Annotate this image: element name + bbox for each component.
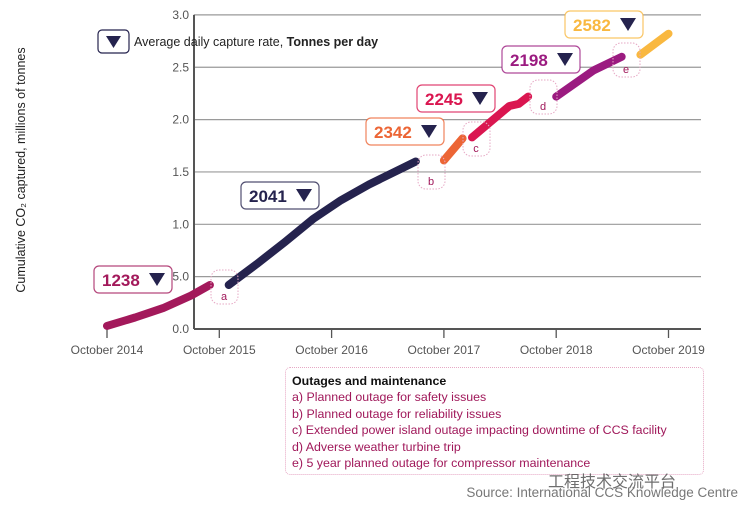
rate-value: 2582 <box>573 16 611 35</box>
outage-item-a: a) Planned outage for safety issues <box>292 390 487 405</box>
series-line-2041 <box>224 157 420 289</box>
outages-box: Outages and maintenance a) Planned outag… <box>285 367 704 475</box>
y-tick-label: 1.5 <box>172 165 189 179</box>
rate-value: 2198 <box>510 51 548 70</box>
rate-value: 2342 <box>374 123 412 142</box>
rate-annotation-2342: 2342 <box>365 117 445 146</box>
gap-label: d <box>540 101 546 113</box>
x-tick-label: October 2019 <box>632 343 705 357</box>
gap-label: b <box>428 176 434 188</box>
y-tick-label: 5.0 <box>172 270 189 284</box>
rate-annotation-1238: 1238 <box>93 265 173 294</box>
source-note: Source: International CCS Knowledge Cent… <box>466 485 738 500</box>
rate-annotation-2198: 2198 <box>501 45 581 74</box>
series-line-2342 <box>439 134 467 165</box>
rate-value: 2041 <box>249 187 287 206</box>
legend-unit: Tonnes per day <box>287 35 379 49</box>
gap-label: e <box>623 64 629 76</box>
series-line-2582 <box>636 29 673 59</box>
rate-annotation-2041: 2041 <box>240 181 320 210</box>
outage-item-b: b) Planned outage for reliability issues <box>292 406 502 421</box>
outage-item-d: d) Adverse weather turbine trip <box>292 439 461 454</box>
rate-value: 1238 <box>102 271 140 290</box>
x-tick-label: October 2015 <box>183 343 256 357</box>
y-tick-label: 0.0 <box>172 322 189 336</box>
gap-label: a <box>221 291 228 303</box>
series-lines <box>103 29 673 330</box>
y-tick-label: 2.5 <box>172 60 189 74</box>
gap-label: c <box>473 143 479 155</box>
outages-title: Outages and maintenance <box>292 374 447 388</box>
rate-annotation-2582: 2582 <box>564 10 644 39</box>
x-tick-label: October 2014 <box>71 343 144 357</box>
svg-text:Average daily capture rate, To: Average daily capture rate, Tonnes per d… <box>134 35 378 49</box>
x-tick-label: October 2017 <box>408 343 481 357</box>
gap-marker-a: a <box>210 269 239 305</box>
y-tick-label: 2.0 <box>172 113 189 127</box>
x-tick-label: October 2018 <box>520 343 593 357</box>
x-tick-label: October 2016 <box>295 343 368 357</box>
y-axis-ticks: 0.0 5.0 1.0 1.5 2.0 2.5 3.0 <box>172 8 189 336</box>
gridlines <box>193 14 701 330</box>
y-tick-label: 3.0 <box>172 8 189 22</box>
y-tick-label: 1.0 <box>172 217 189 231</box>
legend-text: Average daily capture rate, <box>134 35 287 49</box>
rate-value: 2245 <box>425 90 463 109</box>
outage-item-c: c) Extended power island outage impactin… <box>292 423 667 438</box>
legend: Average daily capture rate, Tonnes per d… <box>97 29 378 54</box>
x-axis-ticks: October 2014 October 2015 October 2016 Octo… <box>71 329 705 357</box>
y-axis-label: Cumulative CO₂ captured, millions of ton… <box>14 47 28 292</box>
rate-annotation-2245: 2245 <box>416 84 496 113</box>
rate-annotations: 1238 2041 2342 2245 2198 2582 <box>93 10 644 294</box>
